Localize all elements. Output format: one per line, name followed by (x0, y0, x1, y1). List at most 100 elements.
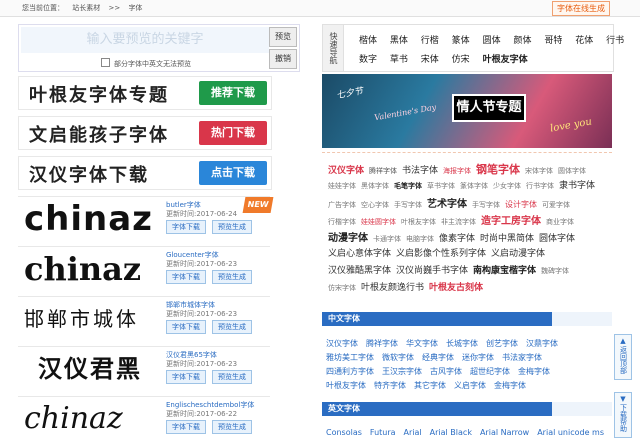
font-tag-link[interactable]: 非主流字体 (441, 218, 476, 226)
font-preview-image[interactable]: chinaz (24, 249, 164, 289)
font-tag-link[interactable]: 行楷字体 (328, 218, 356, 226)
font-tag-link[interactable]: 叶根友古刻体 (429, 283, 483, 293)
font-tag-link[interactable]: 书法字体 (402, 166, 438, 176)
font-tag-link[interactable]: 手写字体 (394, 201, 422, 209)
font-tag-link[interactable]: 时尚中黑简体 (480, 234, 534, 244)
font-tag-link[interactable]: 汉仪字体 (328, 166, 364, 176)
font-download-button[interactable]: 字体下载 (166, 220, 206, 234)
cn-font-link[interactable]: 金梅字体 (518, 367, 550, 376)
en-font-link[interactable]: Arial (404, 428, 422, 437)
font-tag-link[interactable]: 手写字体 (472, 201, 500, 209)
font-tag-link[interactable]: 艺术字体 (427, 199, 467, 210)
en-font-link[interactable]: Arial Black (430, 428, 472, 437)
font-preview-image[interactable]: chinaz (24, 199, 164, 239)
cat-link[interactable]: 哥特 (544, 36, 562, 46)
cat-link[interactable]: 叶根友字体 (483, 55, 528, 65)
font-preview-button[interactable]: 预览生成 (212, 320, 252, 334)
cat-link[interactable]: 花体 (575, 36, 593, 46)
font-preview-button[interactable]: 预览生成 (212, 420, 252, 434)
cat-link[interactable]: 圆体 (483, 36, 501, 46)
font-preview-image[interactable]: 汉仪君黑 (24, 349, 178, 389)
font-tag-link[interactable]: 义启心意体字体 (328, 249, 391, 259)
cat-link[interactable]: 仿宋 (452, 55, 470, 65)
font-online-generate-button[interactable]: 字体在线生成 (552, 1, 610, 16)
font-tag-link[interactable]: 设计字体 (505, 200, 537, 209)
font-tag-link[interactable]: 广告字体 (328, 201, 356, 209)
font-preview-button[interactable]: 预览生成 (212, 370, 252, 384)
font-tag-link[interactable]: 义启动漫字体 (491, 249, 545, 259)
cn-font-link[interactable]: 王汉宗字体 (382, 367, 422, 376)
cn-font-link[interactable]: 汉鼎字体 (526, 339, 558, 348)
cat-link[interactable]: 宋体 (421, 55, 439, 65)
font-tag-link[interactable]: 造字工房字体 (481, 216, 541, 227)
cn-font-link[interactable]: 金梅字体 (494, 381, 526, 390)
promo-banner[interactable]: 文启能孩子字体 热门下载 (18, 116, 272, 150)
font-download-button[interactable]: 字体下载 (166, 370, 206, 384)
promo-banner[interactable]: 叶根友字体专题 推荐下载 (18, 76, 272, 110)
font-tag-link[interactable]: 空心字体 (361, 201, 389, 209)
cn-font-link[interactable]: 古风字体 (430, 367, 462, 376)
font-tag-link[interactable]: 叶根友颜逸行书 (361, 283, 424, 293)
font-tag-link[interactable]: 动漫字体 (328, 233, 368, 244)
cn-font-link[interactable]: 书法家字体 (502, 353, 542, 362)
cn-font-link[interactable]: 华文字体 (406, 339, 438, 348)
promo-badge[interactable]: 推荐下载 (199, 81, 267, 105)
valentine-topic-banner[interactable]: 七夕节 Valentine's Day 情人节专题 love you (322, 74, 612, 148)
font-tag-link[interactable]: 圆体字体 (539, 234, 575, 244)
font-tag-link[interactable]: 商业字体 (546, 218, 574, 226)
font-download-button[interactable]: 字体下载 (166, 320, 206, 334)
font-tag-link[interactable]: 腾祥字体 (369, 167, 397, 175)
font-tag-link[interactable]: 隶书字体 (559, 181, 595, 191)
font-tag-link[interactable]: 草书字体 (427, 182, 455, 190)
cat-link[interactable]: 数字 (359, 55, 377, 65)
font-tag-link[interactable]: 汉仪尚巍手书字体 (396, 266, 468, 276)
cat-link[interactable]: 行楷 (421, 36, 439, 46)
en-font-link[interactable]: Consolas (326, 428, 362, 437)
cn-font-link[interactable]: 义启字体 (454, 381, 486, 390)
font-tag-link[interactable]: 海报字体 (443, 167, 471, 175)
cn-font-link[interactable]: 长城字体 (446, 339, 478, 348)
font-tag-link[interactable]: 娃娃字体 (328, 182, 356, 190)
cat-link[interactable]: 楷体 (359, 36, 377, 46)
font-tag-link[interactable]: 魏碑字体 (541, 267, 569, 275)
hint-checkbox[interactable] (101, 58, 110, 67)
preview-keyword-input[interactable]: 输入要预览的关键字 (21, 27, 269, 53)
font-tag-link[interactable]: 钢笔字体 (476, 163, 520, 176)
breadcrumb-site-link[interactable]: 站长素材 (72, 4, 100, 12)
font-preview-image[interactable]: 邯郸市城体 (24, 299, 164, 339)
back-to-top-button[interactable]: ▲ 返回顶部 (614, 334, 632, 380)
font-download-button[interactable]: 字体下载 (166, 270, 206, 284)
download-help-button[interactable]: ▼ 下载帮助 (614, 392, 632, 438)
cn-font-link[interactable]: 经典字体 (422, 353, 454, 362)
en-font-link[interactable]: Futura (370, 428, 396, 437)
clear-button[interactable]: 撤销 (269, 49, 297, 69)
font-preview-button[interactable]: 预览生成 (212, 220, 252, 234)
font-tag-link[interactable]: 汉仪雅酷黑字体 (328, 266, 391, 276)
en-font-link[interactable]: Arial Narrow (480, 428, 529, 437)
cat-link[interactable]: 篆体 (452, 36, 470, 46)
font-tag-link[interactable]: 南构康宝楷字体 (473, 266, 536, 276)
font-tag-link[interactable]: 卡通字体 (373, 235, 401, 243)
promo-badge[interactable]: 点击下载 (199, 161, 267, 185)
font-tag-link[interactable]: 电脑字体 (406, 235, 434, 243)
font-tag-link[interactable]: 叶根友字体 (401, 218, 436, 226)
font-tag-link[interactable]: 仿宋字体 (328, 284, 356, 292)
cn-font-link[interactable]: 其它字体 (414, 381, 446, 390)
cat-link[interactable]: 行书 (606, 36, 624, 46)
cat-link[interactable]: 黑体 (390, 36, 408, 46)
font-tag-link[interactable]: 宋体字体 (525, 167, 553, 175)
font-preview-button[interactable]: 预览生成 (212, 270, 252, 284)
font-tag-link[interactable]: 毛笔字体 (394, 182, 422, 190)
font-tag-link[interactable]: 黑体字体 (361, 182, 389, 190)
cn-font-link[interactable]: 迷你字体 (462, 353, 494, 362)
preview-button[interactable]: 预览 (269, 27, 297, 47)
font-tag-link[interactable]: 义启影像个性系列字体 (396, 249, 486, 259)
cn-font-link[interactable]: 超世纪字体 (470, 367, 510, 376)
cn-font-link[interactable]: 特齐字体 (374, 381, 406, 390)
font-tag-link[interactable]: 少女字体 (493, 182, 521, 190)
cn-font-link[interactable]: 叶根友字体 (326, 381, 366, 390)
cn-font-link[interactable]: 创艺字体 (486, 339, 518, 348)
cn-font-link[interactable]: 腾祥字体 (366, 339, 398, 348)
en-font-link[interactable]: Arial unicode ms (537, 428, 604, 437)
font-download-button[interactable]: 字体下载 (166, 420, 206, 434)
